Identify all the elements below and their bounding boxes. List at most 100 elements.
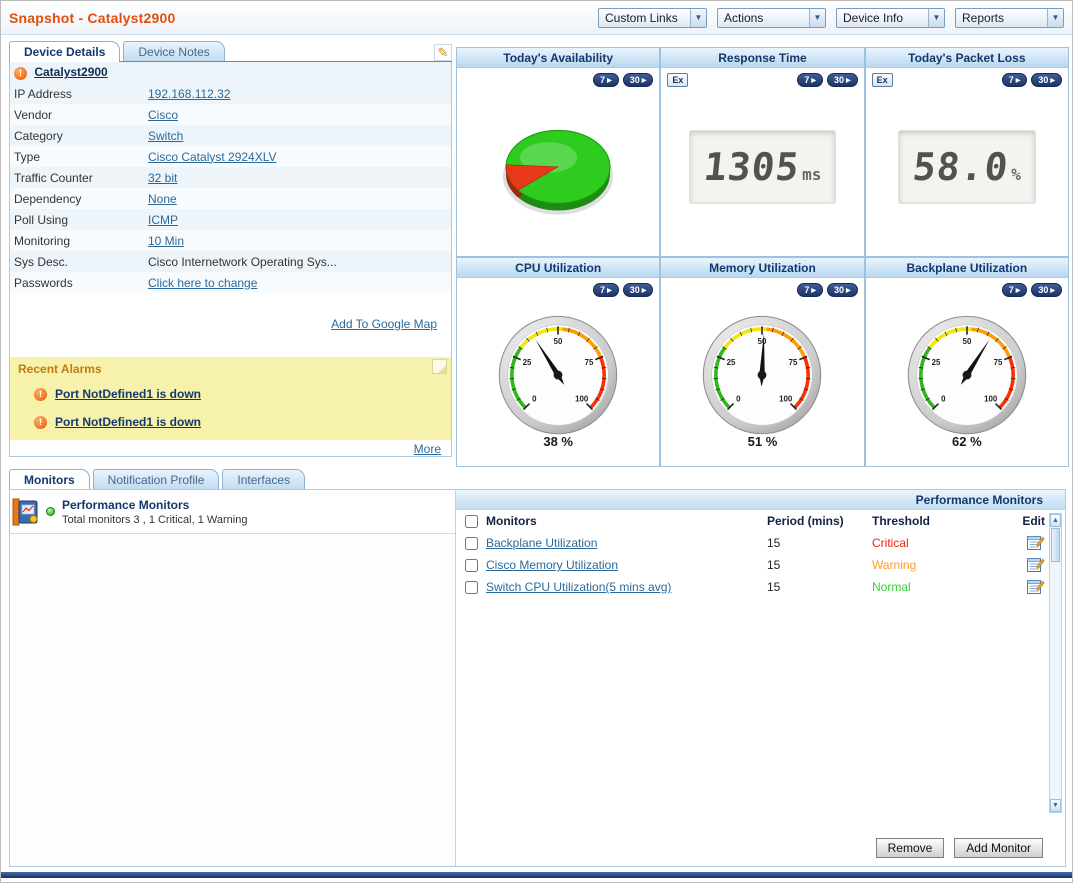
tab-interfaces[interactable]: Interfaces — [222, 469, 305, 489]
page-title: Snapshot - Catalyst2900 — [9, 10, 175, 26]
monitor-checkbox[interactable] — [465, 581, 478, 594]
detail-value-link[interactable]: Cisco Catalyst 2924XLV — [148, 150, 277, 164]
detail-value-link[interactable]: 10 Min — [148, 234, 184, 248]
detail-value-link[interactable]: ICMP — [148, 213, 178, 227]
col-edit: Edit — [1007, 514, 1049, 528]
widget-content: 58.0% — [866, 85, 1068, 256]
tab-device-details[interactable]: Device Details — [9, 41, 120, 61]
warning-icon: ! — [34, 416, 47, 429]
detail-value-link[interactable]: 32 bit — [148, 171, 177, 185]
device-detail-row: CategorySwitch — [10, 125, 451, 146]
custom-links-dropdown[interactable]: Custom Links ▼ — [598, 8, 707, 28]
add-to-google-map-link[interactable]: Add To Google Map — [331, 317, 437, 331]
detail-value: Cisco Internetwork Operating Sys... — [148, 255, 451, 269]
detail-value-link[interactable]: Cisco — [148, 108, 178, 122]
widget-body: 7▶30▶025507510038 % — [457, 278, 659, 466]
detail-label: Traffic Counter — [10, 171, 148, 185]
widget-controls: Ex7▶30▶ — [661, 68, 863, 85]
detail-label: Dependency — [10, 192, 148, 206]
reports-dropdown[interactable]: Reports ▼ — [955, 8, 1064, 28]
remove-button[interactable]: Remove — [876, 838, 945, 858]
scroll-up-icon[interactable]: ▲ — [1050, 514, 1061, 527]
svg-text:25: 25 — [523, 358, 532, 367]
tab-device-notes[interactable]: Device Notes — [123, 41, 224, 61]
edit-icon[interactable] — [1027, 535, 1045, 551]
monitor-groups-panel: Performance Monitors Total monitors 3 , … — [10, 490, 456, 866]
monitor-period: 15 — [767, 580, 872, 594]
edit-icon[interactable] — [1027, 557, 1045, 573]
footer-bar — [1, 872, 1072, 878]
device-name-link[interactable]: Catalyst2900 — [34, 65, 107, 79]
scroll-thumb[interactable] — [1051, 528, 1060, 562]
digital-value: 58.0 — [910, 145, 1010, 189]
tab-monitors[interactable]: Monitors — [9, 469, 90, 489]
monitor-threshold: Normal — [872, 580, 1007, 594]
chevron-down-icon: ▼ — [1047, 9, 1063, 27]
monitor-row: Backplane Utilization15Critical — [456, 532, 1065, 554]
widget-body: Ex7▶30▶58.0% — [866, 68, 1068, 256]
monitor-link[interactable]: Backplane Utilization — [486, 536, 597, 550]
widget-content: 025507510038 % — [457, 295, 659, 466]
widget-content: 025507510062 % — [866, 295, 1068, 466]
digital-display: 1305ms — [689, 130, 837, 204]
gauge-value: 62 % — [952, 434, 982, 449]
monitor-link[interactable]: Switch CPU Utilization(5 mins avg) — [486, 580, 671, 594]
device-info-dropdown[interactable]: Device Info ▼ — [836, 8, 945, 28]
gauge-value: 51 % — [748, 434, 778, 449]
chevron-down-icon: ▼ — [690, 9, 706, 27]
scroll-down-icon[interactable]: ▼ — [1050, 799, 1061, 812]
detail-label: Passwords — [10, 276, 148, 290]
chevron-down-icon: ▼ — [809, 9, 825, 27]
detail-label: Type — [10, 150, 148, 164]
alarm-items: !Port NotDefined1 is down!Port NotDefine… — [18, 380, 443, 436]
select-all-checkbox[interactable] — [465, 515, 478, 528]
monitors-scrollbar[interactable]: ▲ ▼ — [1049, 513, 1062, 813]
widget-content — [457, 85, 659, 256]
actions-dropdown[interactable]: Actions ▼ — [717, 8, 826, 28]
widget-packet-loss: Today's Packet LossEx7▶30▶58.0% — [865, 47, 1069, 257]
monitor-checkbox[interactable] — [465, 559, 478, 572]
detail-label: Sys Desc. — [10, 255, 148, 269]
widget-title: Response Time — [661, 48, 863, 68]
widget-body: 7▶30▶ — [457, 68, 659, 256]
detail-value-link[interactable]: Switch — [148, 129, 183, 143]
monitor-link[interactable]: Cisco Memory Utilization — [486, 558, 618, 572]
detail-label: Vendor — [10, 108, 148, 122]
digital-display: 58.0% — [898, 130, 1036, 204]
widget-backplane-utilization: Backplane Utilization7▶30▶025507510062 % — [865, 257, 1069, 467]
monitor-row: Switch CPU Utilization(5 mins avg) 15Norm… — [456, 576, 1065, 598]
alarm-link[interactable]: Port NotDefined1 is down — [55, 387, 201, 401]
monitors-box: Performance Monitors Total monitors 3 , … — [9, 489, 1066, 867]
svg-text:50: 50 — [554, 337, 563, 346]
detail-value-link[interactable]: Click here to change — [148, 276, 257, 290]
monitor-row: Cisco Memory Utilization15Warning — [456, 554, 1065, 576]
alarm-item: !Port NotDefined1 is down — [18, 380, 443, 408]
device-detail-row: VendorCisco — [10, 104, 451, 125]
monitor-threshold: Critical — [872, 536, 1007, 550]
widget-controls: 7▶30▶ — [866, 278, 1068, 295]
monitor-group-performance[interactable]: Performance Monitors Total monitors 3 , … — [10, 490, 455, 534]
widget-controls: 7▶30▶ — [457, 278, 659, 295]
bottom-tabs: Monitors Notification Profile Interfaces — [9, 469, 609, 490]
more-alarms-link[interactable]: More — [414, 442, 441, 456]
detail-value-link[interactable]: None — [148, 192, 177, 206]
svg-text:0: 0 — [532, 394, 537, 403]
edit-device-icon[interactable]: ✎ — [434, 44, 452, 61]
chevron-down-icon: ▼ — [928, 9, 944, 27]
monitor-checkbox[interactable] — [465, 537, 478, 550]
device-detail-row: TypeCisco Catalyst 2924XLV — [10, 146, 451, 167]
svg-text:75: 75 — [993, 358, 1002, 367]
edit-icon[interactable] — [1027, 579, 1045, 595]
recent-alarms-title: Recent Alarms — [18, 362, 443, 376]
device-tabs: Device Details Device Notes ✎ — [9, 41, 452, 62]
detail-value-link[interactable]: 192.168.112.32 — [148, 87, 231, 101]
alarm-link[interactable]: Port NotDefined1 is down — [55, 415, 201, 429]
tab-notification-profile[interactable]: Notification Profile — [93, 469, 220, 489]
monitor-threshold: Warning — [872, 558, 1007, 572]
snapshot-page: Snapshot - Catalyst2900 Custom Links ▼ A… — [0, 0, 1073, 883]
monitors-table-header: Monitors Period (mins) Threshold Edit — [456, 510, 1065, 532]
add-monitor-button[interactable]: Add Monitor — [954, 838, 1043, 858]
device-detail-row: IP Address192.168.112.32 — [10, 83, 451, 104]
device-detail-row: Sys Desc.Cisco Internetwork Operating Sy… — [10, 251, 451, 272]
digital-value: 1305 — [701, 145, 801, 189]
